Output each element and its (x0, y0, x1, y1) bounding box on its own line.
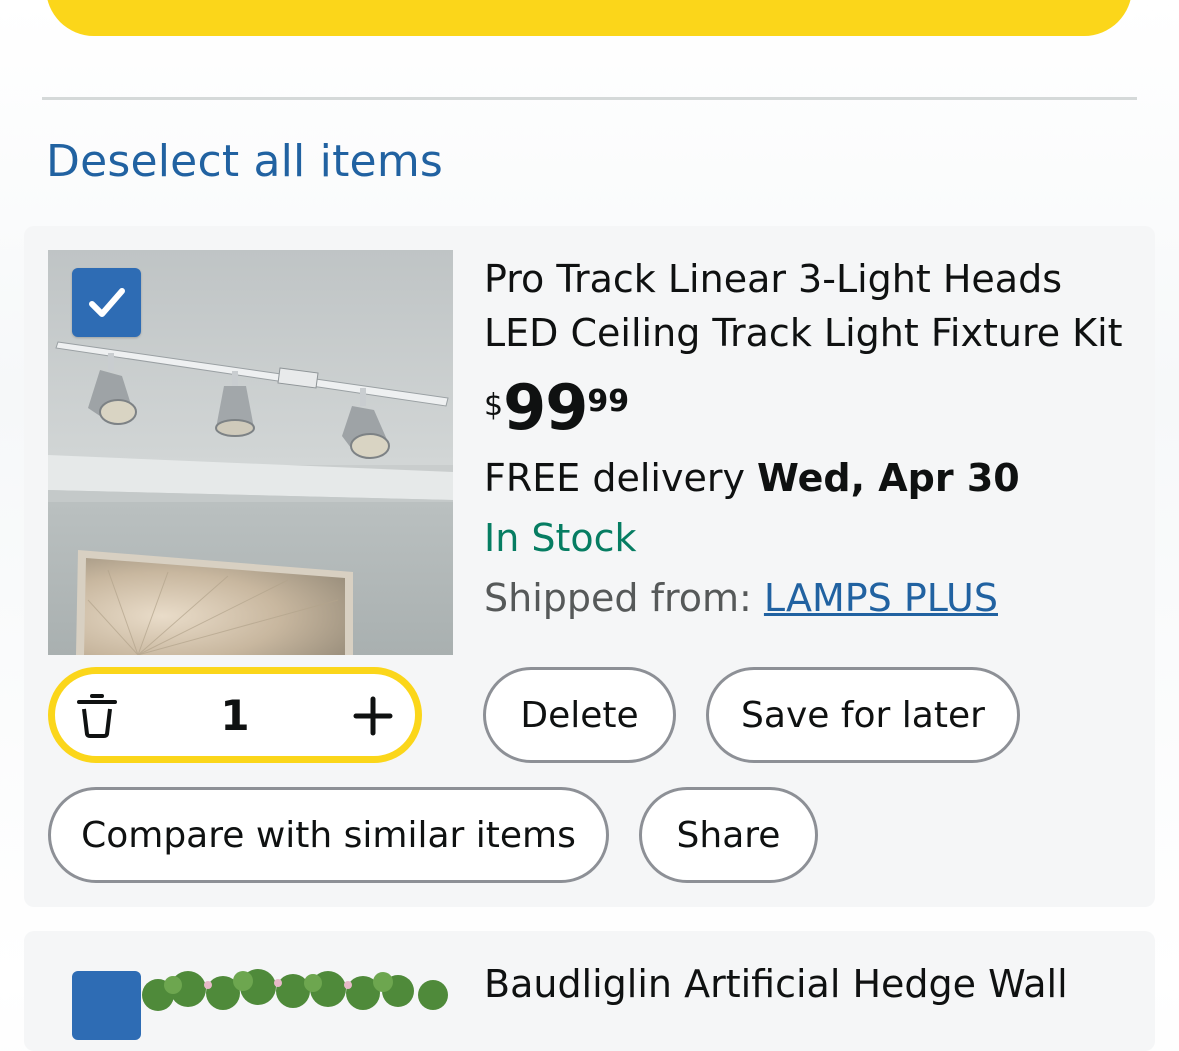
save-for-later-button[interactable]: Save for later (706, 667, 1020, 763)
stock-status: In Stock (484, 516, 637, 560)
next-product-title[interactable]: Baudliglin Artificial Hedge Wall (484, 957, 1068, 1011)
shipped-from-label: Shipped from: (484, 576, 752, 620)
delete-button[interactable]: Delete (483, 667, 676, 763)
seller-link[interactable]: LAMPS PLUS (764, 576, 998, 620)
delivery-info: FREE delivery Wed, Apr 30 (484, 456, 1020, 500)
product-title[interactable]: Pro Track Linear 3-Light Heads LED Ceili… (484, 252, 1144, 360)
shipped-from: Shipped from: LAMPS PLUS (484, 576, 998, 620)
checkmark-icon (88, 287, 125, 317)
select-next-item-checkbox[interactable] (72, 971, 141, 1040)
quantity-increase-button[interactable] (349, 692, 397, 740)
trash-icon (77, 694, 117, 738)
price-symbol: $ (484, 388, 504, 423)
divider (42, 97, 1137, 100)
price-whole: 99 (503, 371, 588, 444)
quantity-stepper: 1 (48, 667, 422, 763)
deselect-all-link[interactable]: Deselect all items (46, 136, 443, 187)
share-button[interactable]: Share (639, 787, 818, 883)
quantity-value: 1 (220, 691, 250, 740)
select-item-checkbox[interactable] (72, 268, 141, 337)
delivery-date: Wed, Apr 30 (757, 456, 1020, 500)
quantity-delete-button[interactable] (73, 692, 121, 740)
product-image[interactable] (48, 250, 453, 655)
delivery-prefix: FREE delivery (484, 456, 745, 500)
cart-item-next: Baudliglin Artificial Hedge Wall (24, 931, 1155, 1051)
product-price: $ 99 99 (484, 372, 629, 444)
plus-icon (353, 696, 393, 736)
compare-similar-button[interactable]: Compare with similar items (48, 787, 609, 883)
proceed-to-checkout-button[interactable] (46, 0, 1132, 36)
price-fraction: 99 (587, 384, 630, 419)
cart-item: Pro Track Linear 3-Light Heads LED Ceili… (24, 226, 1155, 907)
